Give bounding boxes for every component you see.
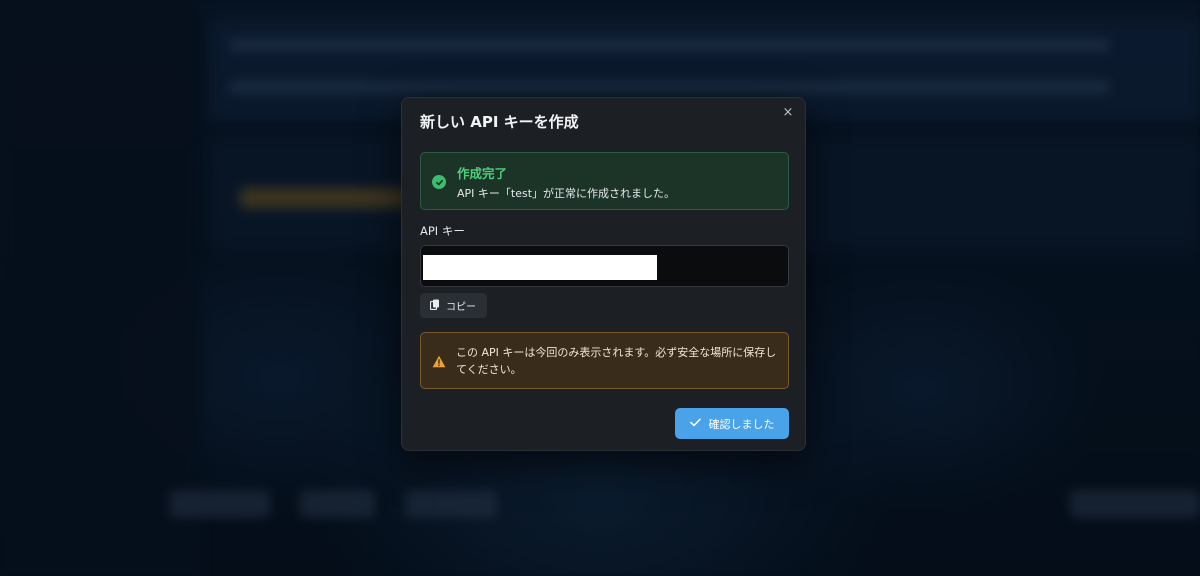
close-button[interactable]: × — [779, 104, 797, 122]
api-key-value-redacted[interactable] — [423, 255, 657, 280]
warning-triangle-icon — [432, 353, 446, 368]
api-key-label: API キー — [420, 224, 465, 238]
confirm-button[interactable]: 確認しました — [675, 408, 789, 439]
warning-message: この API キーは今回のみ表示されます。必ず安全な場所に保存してください。 — [456, 346, 777, 376]
dialog-title: 新しい API キーを作成 — [420, 113, 579, 131]
close-icon: × — [782, 105, 794, 120]
create-api-key-dialog: 新しい API キーを作成 × 作成完了 API キー「test」が正常に作成さ… — [401, 97, 806, 451]
copy-button-label: コピー — [446, 302, 476, 313]
success-message: API キー「test」が正常に作成されました。 — [457, 187, 676, 200]
confirm-button-label: 確認しました — [708, 417, 775, 431]
copy-icon — [429, 299, 440, 313]
check-icon — [689, 417, 701, 430]
success-title: 作成完了 — [457, 166, 508, 181]
success-alert: 作成完了 API キー「test」が正常に作成されました。 — [420, 152, 789, 210]
check-circle-icon — [432, 175, 446, 189]
warning-alert: この API キーは今回のみ表示されます。必ず安全な場所に保存してください。 — [420, 332, 789, 389]
api-key-field[interactable] — [420, 245, 789, 287]
copy-button[interactable]: コピー — [420, 293, 487, 318]
